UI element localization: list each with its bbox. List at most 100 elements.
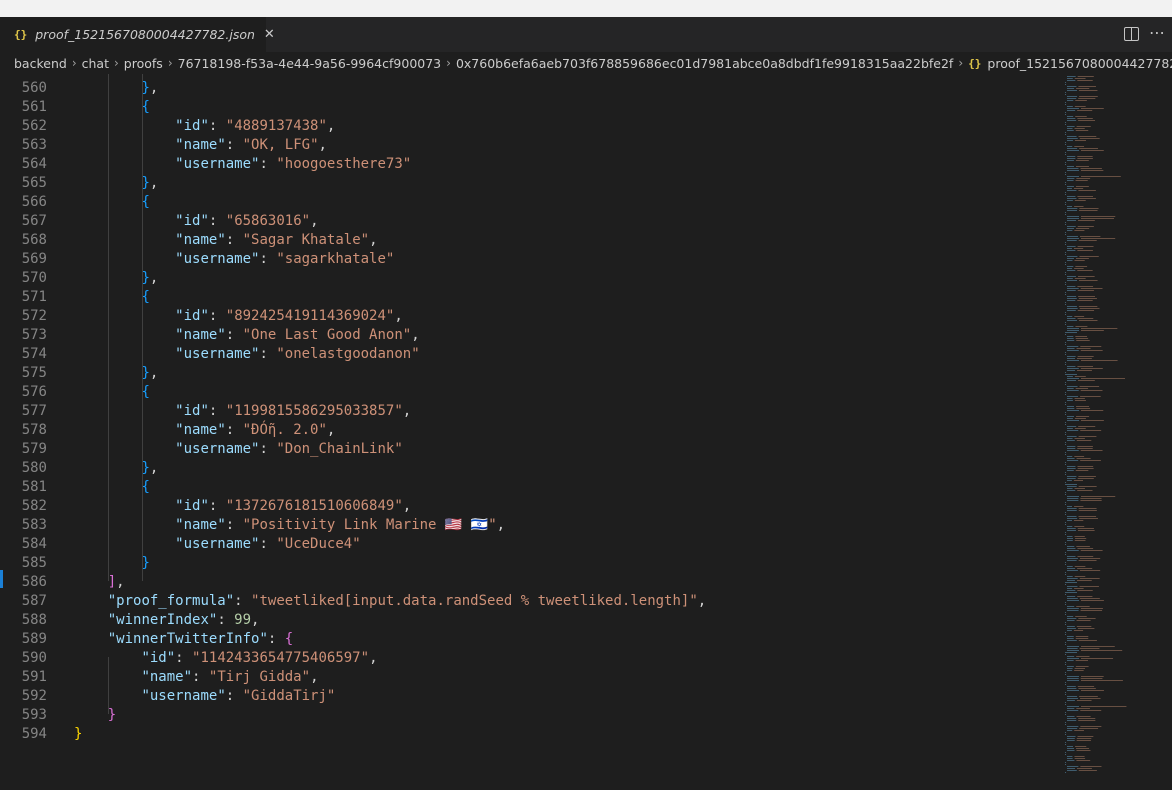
minimap-stroke [1065,582,1077,583]
minimap-stroke [1067,636,1074,637]
minimap-stroke [1067,686,1076,687]
minimap-stroke [1065,772,1067,773]
json-braces-icon: {} [14,28,28,41]
minimap-stroke [1067,420,1079,421]
minimap-stroke [1065,274,1067,275]
minimap-stroke [1074,128,1085,129]
minimap-stroke [1077,118,1093,119]
minimap-stroke [1067,226,1076,227]
breadcrumb-item-chat[interactable]: chat [82,56,109,71]
minimap-stroke [1073,188,1084,189]
minimap-stroke [1074,268,1084,269]
minimap-stroke [1074,520,1084,521]
minimap-stroke [1078,120,1096,121]
code-line: 590 "id": "1142433654775406597", [21,650,378,666]
editor-tab-active[interactable]: {} proof_1521567080004427782.json ✕ [0,17,275,52]
minimap-stroke [1074,200,1086,201]
minimap-stroke [1067,306,1077,307]
minimap-stroke [1065,562,1067,563]
minimap-stroke [1075,616,1087,617]
minimap-stroke [1067,368,1079,369]
minimap-stroke [1067,438,1073,439]
breadcrumb-item-proofs[interactable]: proofs [124,56,163,71]
minimap-stroke [1081,150,1104,151]
minimap-stroke [1080,288,1103,289]
minimap-stroke [1067,210,1077,211]
minimap-stroke [1067,728,1078,729]
minimap-stroke [1065,254,1067,255]
minimap-stroke [1065,294,1067,295]
minimap-stroke [1076,416,1090,417]
code-line: 580 }, [21,460,159,476]
breadcrumb-item-file[interactable]: proof_1521567080004427782.json [987,56,1172,71]
minimap-stroke [1065,654,1067,655]
minimap-stroke [1075,638,1089,639]
minimap-stroke [1067,548,1076,549]
minimap-stroke [1067,476,1077,477]
split-editor-icon[interactable] [1124,27,1139,41]
minimap-stroke [1067,536,1073,537]
minimap-stroke [1076,740,1091,741]
breadcrumb-item-hash-folder[interactable]: 0x760b6efa6aeb703f678859686ec01d7981abce… [456,56,953,71]
breadcrumb-item-uuid-folder[interactable]: 76718198-f53a-4e44-9a56-9964cf900073 [178,56,442,71]
minimap-stroke [1065,192,1067,193]
minimap-stroke [1067,448,1076,449]
chevron-right-icon: › [446,56,451,70]
code-line: 591 "name": "Tirj Gidda", [21,669,319,685]
minimap-stroke [1077,628,1095,629]
minimap-stroke [1065,282,1067,283]
minimap-stroke [1065,662,1067,663]
minimap-stroke [1067,90,1077,91]
minimap-stroke [1081,176,1121,177]
minimap[interactable] [1055,74,1172,790]
minimap-stroke [1067,500,1079,501]
minimap-stroke [1074,576,1086,577]
chevron-right-icon: › [113,56,119,70]
more-actions-icon[interactable]: ⋯ [1149,23,1166,42]
minimap-stroke [1065,452,1067,453]
minimap-stroke [1065,744,1067,745]
minimap-stroke [1065,84,1067,85]
minimap-stroke [1075,116,1087,117]
minimap-stroke [1079,586,1099,587]
minimap-stroke [1073,248,1084,249]
minimap-stroke [1067,426,1077,427]
code-editor[interactable]: 560 }, 561 { 562 "id": "4889137438", 563… [0,74,1172,790]
minimap-stroke [1065,332,1077,333]
minimap-stroke [1067,416,1075,417]
minimap-stroke [1065,704,1067,705]
code-line: 589 "winnerTwitterInfo": { [21,631,294,647]
minimap-stroke [1067,750,1075,751]
close-icon[interactable]: ✕ [264,27,275,42]
minimap-stroke [1074,140,1086,141]
minimap-stroke [1065,572,1067,573]
minimap-stroke [1065,252,1067,253]
minimap-stroke [1065,492,1067,493]
minimap-stroke [1075,258,1089,259]
minimap-stroke [1074,670,1084,671]
minimap-stroke [1065,634,1067,635]
minimap-stroke [1067,316,1073,317]
minimap-stroke [1065,384,1067,385]
minimap-stroke [1074,428,1086,429]
minimap-stroke [1077,596,1093,597]
minimap-stroke [1074,398,1085,399]
breadcrumb-item-backend[interactable]: backend [14,56,67,71]
minimap-stroke [1067,366,1076,367]
code-line: 577 "id": "1199815586295033857", [21,403,412,419]
minimap-stroke [1067,258,1074,259]
minimap-stroke [1067,370,1076,371]
minimap-stroke [1079,208,1099,209]
minimap-stroke [1074,78,1086,79]
minimap-stroke [1065,412,1067,413]
minimap-stroke [1074,230,1085,231]
minimap-stroke [1065,522,1067,523]
minimap-stroke [1065,592,1077,593]
minimap-stroke [1079,578,1100,579]
minimap-stroke [1067,608,1079,609]
minimap-stroke [1065,544,1067,545]
minimap-stroke [1077,300,1093,301]
code-line: 592 "username": "GiddaTirj" [21,688,336,704]
code-line: 581 { [21,479,150,495]
code-line: 566 { [21,194,150,210]
